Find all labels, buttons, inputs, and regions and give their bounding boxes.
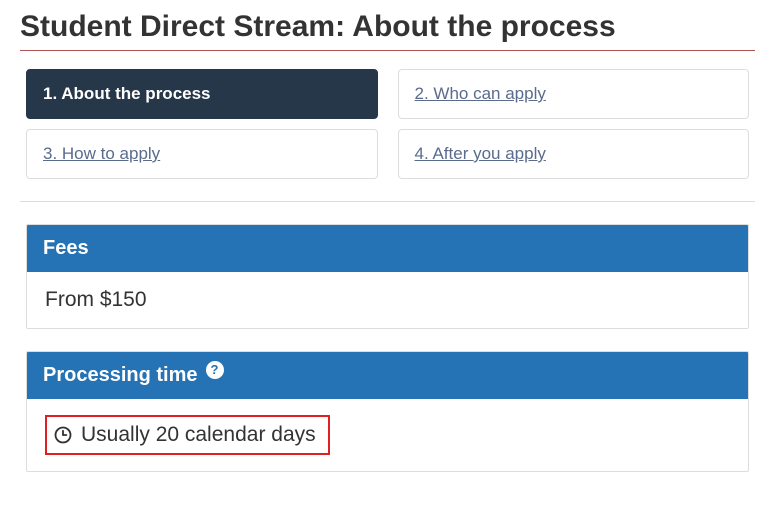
tab-label: 4. After you apply [415, 144, 546, 163]
processing-time-value: Usually 20 calendar days [81, 423, 316, 447]
fees-heading: Fees [27, 225, 748, 272]
tab-label: 2. Who can apply [415, 84, 546, 103]
clock-icon [53, 425, 73, 445]
tab-who-can-apply[interactable]: 2. Who can apply [398, 69, 750, 119]
help-icon[interactable]: ? [206, 361, 224, 379]
tab-about-process[interactable]: 1. About the process [26, 69, 378, 119]
fees-panel: Fees From $150 [26, 224, 749, 329]
divider [20, 201, 755, 202]
processing-time-heading-text: Processing time [43, 364, 198, 387]
tab-label: 1. About the process [43, 84, 211, 103]
step-tabs: 1. About the process 2. Who can apply 3.… [20, 69, 755, 179]
processing-time-highlight: Usually 20 calendar days [45, 415, 330, 455]
processing-time-heading: Processing time ? [27, 352, 748, 399]
processing-time-panel: Processing time ? Usually 20 calendar da… [26, 351, 749, 472]
tab-label: 3. How to apply [43, 144, 160, 163]
fees-value: From $150 [27, 272, 748, 328]
processing-time-body: Usually 20 calendar days [27, 399, 748, 471]
page-title: Student Direct Stream: About the process [20, 10, 755, 51]
tab-how-to-apply[interactable]: 3. How to apply [26, 129, 378, 179]
tab-after-you-apply[interactable]: 4. After you apply [398, 129, 750, 179]
